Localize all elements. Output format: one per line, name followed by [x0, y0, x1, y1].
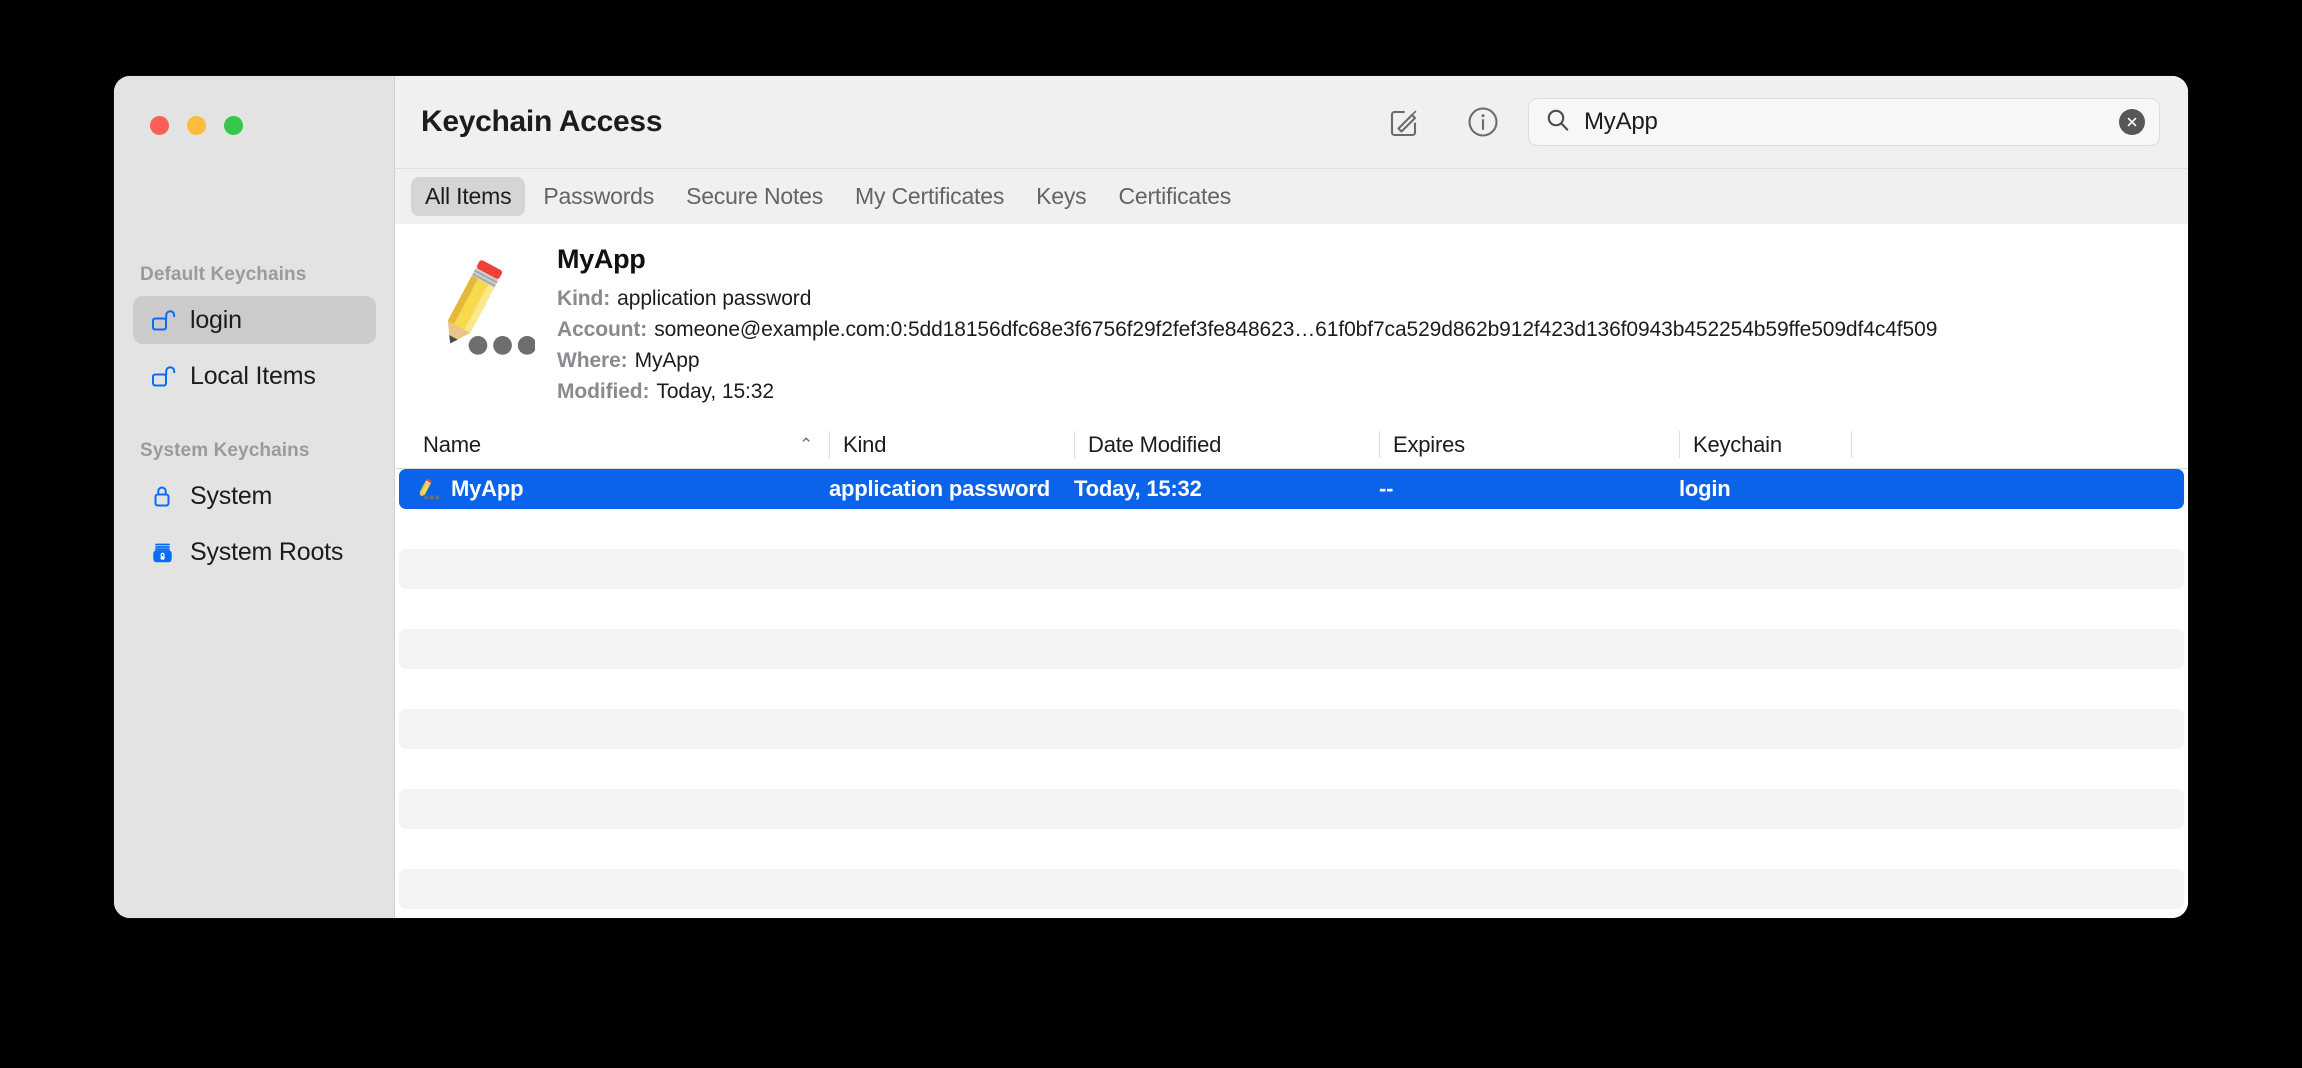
sidebar-group-default-keychains: Default Keychains [140, 264, 307, 285]
list-row-empty [399, 509, 2184, 549]
cell-name: MyApp [409, 476, 829, 502]
pencil-icon [419, 478, 439, 500]
detail-field-label: Account: [557, 318, 648, 341]
list-row-empty [399, 869, 2184, 909]
tab-all-items[interactable]: All Items [411, 177, 526, 216]
detail-icon-group [395, 244, 557, 407]
window-controls [150, 116, 243, 135]
sidebar-item-label: login [190, 305, 242, 334]
sidebar-item-login[interactable]: login [133, 296, 376, 344]
sidebar-item-label: Local Items [190, 361, 316, 390]
list-row-empty [399, 669, 2184, 709]
column-header-label: Expires [1393, 431, 1465, 457]
table-row[interactable]: MyApp application password Today, 15:32 … [399, 469, 2184, 509]
search-field[interactable]: MyApp [1528, 98, 2160, 146]
certificate-vault-icon [150, 539, 176, 565]
zoom-button[interactable] [224, 116, 243, 135]
clear-icon[interactable] [2119, 109, 2145, 135]
sidebar-group-system-keychains: System Keychains [140, 440, 310, 461]
tab-passwords[interactable]: Passwords [529, 177, 668, 216]
page-title: Keychain Access [421, 105, 663, 138]
sidebar-item-label: System Roots [190, 537, 344, 566]
column-header-name[interactable]: Name ⌃ [409, 421, 829, 468]
pencil-icon [447, 260, 535, 355]
list-row-empty [399, 589, 2184, 629]
detail-title: MyApp [557, 244, 646, 274]
cell-name-label: MyApp [451, 476, 524, 501]
password-dot [517, 336, 535, 355]
keychain-access-window: Default Keychains login Local Items Syst… [114, 76, 2188, 918]
sort-ascending-icon: ⌃ [798, 434, 813, 454]
list-row-empty [399, 709, 2184, 749]
sidebar-item-label: System [190, 481, 273, 510]
password-dot [493, 336, 512, 355]
sidebar-item-system-roots[interactable]: System Roots [133, 528, 376, 576]
detail-field-value: application password [617, 287, 812, 310]
minimize-button[interactable] [187, 116, 206, 135]
detail-field-account: Account: someone@example.com:0:5dd18156df… [557, 314, 2164, 345]
tab-certificates[interactable]: Certificates [1104, 177, 1245, 216]
column-header-spacer [1851, 421, 2188, 468]
detail-field-label: Modified: [557, 380, 650, 403]
column-header-label: Keychain [1693, 431, 1782, 457]
column-header-date-modified[interactable]: Date Modified [1074, 421, 1379, 468]
detail-field-modified: Modified: Today, 15:32 [557, 376, 2164, 407]
detail-field-value: Today, 15:32 [656, 380, 774, 403]
sidebar-item-local-items[interactable]: Local Items [133, 352, 376, 400]
column-header-label: Name [423, 431, 481, 457]
detail-field-kind: Kind: application password [557, 283, 2164, 314]
unlocked-padlock-icon [150, 363, 176, 389]
sidebar: Default Keychains login Local Items Syst… [114, 76, 395, 918]
column-header-keychain[interactable]: Keychain [1679, 421, 1851, 468]
close-button[interactable] [150, 116, 169, 135]
tab-my-certificates[interactable]: My Certificates [841, 177, 1018, 216]
column-header-label: Date Modified [1088, 431, 1222, 457]
list-row-empty [399, 789, 2184, 829]
list-row-empty [399, 829, 2184, 869]
tab-keys[interactable]: Keys [1022, 177, 1100, 216]
detail-field-label: Where: [557, 349, 628, 372]
item-detail-panel: MyApp Kind: application password Account:… [395, 224, 2188, 421]
column-header-expires[interactable]: Expires [1379, 421, 1679, 468]
toolbar-actions [1386, 103, 1528, 141]
cell-expires: -- [1379, 476, 1394, 501]
list-row-empty [399, 629, 2184, 669]
password-dot [468, 336, 488, 355]
column-header-label: Kind [843, 431, 887, 457]
locked-padlock-icon [150, 483, 176, 509]
search-icon [1545, 107, 1571, 138]
unlocked-padlock-icon [150, 307, 176, 333]
detail-field-where: Where: MyApp [557, 345, 2164, 376]
cell-kind: application password [829, 476, 1050, 501]
detail-field-value: MyApp [634, 349, 700, 372]
tab-secure-notes[interactable]: Secure Notes [672, 177, 837, 216]
detail-fields: MyApp Kind: application password Account:… [557, 244, 2188, 407]
cell-date: Today, 15:32 [1074, 476, 1202, 501]
sidebar-item-system[interactable]: System [133, 472, 376, 520]
detail-field-value: someone@example.com:0:5dd18156dfc68e3f67… [654, 318, 1938, 341]
table-header: Name ⌃ Kind Date Modified Expires Keycha… [395, 421, 2188, 469]
toolbar: Keychain Access MyApp [395, 76, 2188, 168]
main-content: Keychain Access MyApp All Items Password… [395, 76, 2188, 918]
cell-keychain: login [1679, 476, 1731, 501]
items-list[interactable]: MyApp application password Today, 15:32 … [395, 469, 2188, 918]
compose-icon[interactable] [1386, 103, 1424, 141]
detail-field-label: Kind: [557, 287, 611, 310]
column-header-kind[interactable]: Kind [829, 421, 1074, 468]
info-icon[interactable] [1464, 103, 1502, 141]
list-row-empty [399, 549, 2184, 589]
category-tabs: All Items Passwords Secure Notes My Cert… [395, 168, 2188, 224]
search-input[interactable]: MyApp [1584, 108, 2106, 136]
list-row-empty [399, 749, 2184, 789]
